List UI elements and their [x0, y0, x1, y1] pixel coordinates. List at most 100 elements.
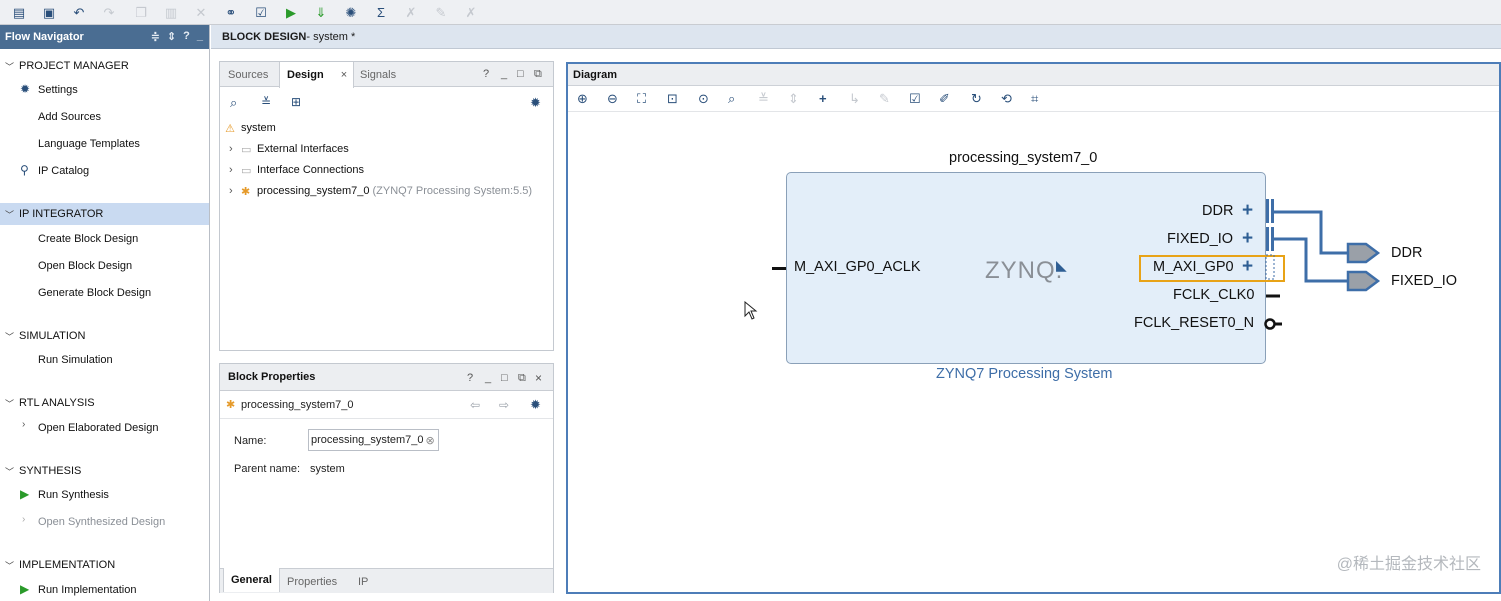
nav-item-open-block-design[interactable]: Open Block Design	[38, 260, 132, 272]
back-arrow-icon[interactable]: ⇦	[470, 398, 480, 412]
float-icon[interactable]: ⧉	[518, 372, 526, 385]
tab-properties[interactable]: Properties	[280, 569, 344, 594]
zoom-in-icon[interactable]: ⊕	[577, 91, 588, 107]
paste-icon[interactable]: ▥	[162, 4, 180, 21]
find-icon[interactable]: ⚭	[222, 4, 240, 21]
chevron-right-icon[interactable]: ›	[22, 419, 25, 430]
close-tab-icon[interactable]: ×	[341, 69, 347, 81]
aclk-port-pin[interactable]	[772, 267, 786, 270]
float-icon[interactable]: ⧉	[534, 68, 542, 81]
zoom-fit-icon[interactable]: ⛶	[637, 91, 646, 107]
gear-icon[interactable]: ✹	[530, 95, 541, 111]
minimize-icon[interactable]: _	[197, 30, 203, 43]
nav-item-run-synthesis[interactable]: Run Synthesis	[38, 489, 109, 501]
chevron-right-icon[interactable]: ›	[229, 143, 241, 155]
program-device-icon[interactable]: ⇓	[312, 4, 330, 21]
tab-signals[interactable]: Signals	[353, 62, 403, 87]
minimize-icon[interactable]: _	[485, 372, 491, 384]
zoom-out-icon[interactable]: ⊖	[607, 91, 618, 107]
port-ddr[interactable]: DDR	[1202, 203, 1233, 219]
add-ip-icon[interactable]: +	[819, 91, 827, 106]
expand-fixed-io-icon[interactable]: +	[1242, 229, 1253, 248]
tab-sources[interactable]: Sources	[221, 62, 275, 87]
nav-item-create-block-design[interactable]: Create Block Design	[38, 233, 138, 245]
section-project-manager[interactable]: ﹀ PROJECT MANAGER	[0, 55, 209, 77]
tab-ip[interactable]: IP	[351, 569, 375, 594]
search-icon[interactable]: ⌕	[728, 91, 735, 107]
run-icon[interactable]: ▶	[282, 4, 300, 21]
section-implementation[interactable]: ﹀ IMPLEMENTATION	[0, 554, 209, 576]
port-fclk-clk0[interactable]: FCLK_CLK0	[1173, 287, 1254, 303]
section-rtl-analysis[interactable]: ﹀ RTL ANALYSIS	[0, 392, 209, 414]
clear-icon[interactable]: ⊗	[426, 434, 435, 447]
sigma-icon[interactable]: Σ	[372, 4, 390, 21]
properties-wrench-icon[interactable]: ✎	[879, 91, 890, 107]
forward-arrow-icon[interactable]: ⇨	[499, 398, 509, 412]
delete-icon[interactable]: ✕	[192, 4, 210, 21]
port-m-axi-gp0[interactable]: M_AXI_GP0	[1153, 259, 1234, 275]
name-field[interactable]: processing_system7_0 ⊗	[308, 429, 439, 451]
tree-item[interactable]: › ▭ External Interfaces	[229, 139, 349, 159]
chevron-down-icon[interactable]: ﹀	[0, 559, 19, 572]
help-icon[interactable]: ?	[483, 68, 489, 80]
collapse-icon[interactable]: ≚	[758, 91, 769, 107]
external-port-ddr[interactable]: DDR	[1391, 245, 1422, 261]
section-synthesis[interactable]: ﹀ SYNTHESIS	[0, 460, 209, 482]
nav-item-generate-block-design[interactable]: Generate Block Design	[38, 287, 151, 299]
pin-icon[interactable]: ⌗	[1031, 91, 1038, 107]
nav-item-ip-catalog[interactable]: IP Catalog	[38, 165, 89, 177]
chevron-down-icon[interactable]: ﹀	[0, 208, 19, 221]
run-automation-icon[interactable]: ✐	[939, 91, 950, 107]
help-icon[interactable]: ?	[183, 30, 190, 43]
disabled-tool-1-icon[interactable]: ✗	[402, 4, 420, 21]
minimize-icon[interactable]: _	[501, 68, 507, 80]
maximize-icon[interactable]: □	[517, 68, 524, 80]
section-ip-integrator[interactable]: ﹀ IP INTEGRATOR	[0, 203, 209, 225]
tab-general[interactable]: General	[223, 568, 280, 592]
redo-icon[interactable]: ↷	[100, 4, 118, 21]
tree-item[interactable]: › ✱ processing_system7_0 (ZYNQ7 Processi…	[229, 181, 532, 201]
nav-item-run-implementation[interactable]: Run Implementation	[38, 584, 136, 596]
disabled-tool-2-icon[interactable]: ✎	[432, 4, 450, 21]
settings-icon[interactable]: ✺	[342, 4, 360, 21]
nav-item-language-templates[interactable]: Language Templates	[38, 138, 140, 150]
nav-item-run-simulation[interactable]: Run Simulation	[38, 354, 113, 366]
expand-all-icon[interactable]: ⇕	[167, 30, 176, 43]
chevron-down-icon[interactable]: ﹀	[0, 60, 19, 73]
section-simulation[interactable]: ﹀ SIMULATION	[0, 325, 209, 347]
copy-icon[interactable]: ❐	[132, 4, 150, 21]
port-m-axi-gp0-aclk[interactable]: M_AXI_GP0_ACLK	[794, 259, 921, 275]
collapse-all-icon[interactable]: ≑	[151, 30, 160, 43]
tab-design[interactable]: Design ×	[279, 62, 354, 88]
tree-root[interactable]: ⚠ system	[222, 118, 276, 138]
regenerate-layout-icon[interactable]: ↻	[971, 91, 982, 107]
close-icon[interactable]: ×	[535, 371, 542, 385]
zoom-area-icon[interactable]: ⊡	[667, 91, 678, 107]
chevron-down-icon[interactable]: ﹀	[0, 397, 19, 410]
chevron-right-icon[interactable]: ›	[229, 185, 241, 197]
nav-item-open-synthesized-design[interactable]: Open Synthesized Design	[38, 516, 165, 528]
nav-item-settings[interactable]: Settings	[38, 84, 78, 96]
gear-icon[interactable]: ✹	[530, 397, 541, 413]
nav-item-add-sources[interactable]: Add Sources	[38, 111, 101, 123]
optimize-routing-icon[interactable]: ⟲	[1001, 91, 1012, 107]
undo-icon[interactable]: ↶	[70, 4, 88, 21]
port-fixed-io[interactable]: FIXED_IO	[1167, 231, 1233, 247]
search-icon[interactable]: ⌕	[230, 95, 237, 111]
external-port-fixed-io[interactable]: FIXED_IO	[1391, 273, 1457, 289]
chevron-right-icon[interactable]: ›	[229, 164, 241, 176]
expand-ddr-icon[interactable]: +	[1242, 201, 1253, 220]
validate-icon[interactable]: ☑	[252, 4, 270, 21]
hierarchy-icon[interactable]: ⊞	[291, 95, 301, 109]
expand-m-axi-gp0-icon[interactable]: +	[1242, 257, 1253, 276]
collapse-all-icon[interactable]: ≚	[261, 95, 271, 109]
validate-design-icon[interactable]: ☑	[909, 91, 921, 107]
chevron-right-icon[interactable]: ›	[22, 514, 25, 525]
disabled-tool-3-icon[interactable]: ✗	[462, 4, 480, 21]
port-fclk-reset0-n[interactable]: FCLK_RESET0_N	[1134, 315, 1254, 331]
open-project-icon[interactable]: ▤	[10, 4, 28, 21]
save-icon[interactable]: ▣	[40, 4, 58, 21]
tree-item[interactable]: › ▭ Interface Connections	[229, 160, 364, 180]
nav-item-open-elaborated-design[interactable]: Open Elaborated Design	[38, 422, 158, 434]
chevron-down-icon[interactable]: ﹀	[0, 330, 19, 343]
